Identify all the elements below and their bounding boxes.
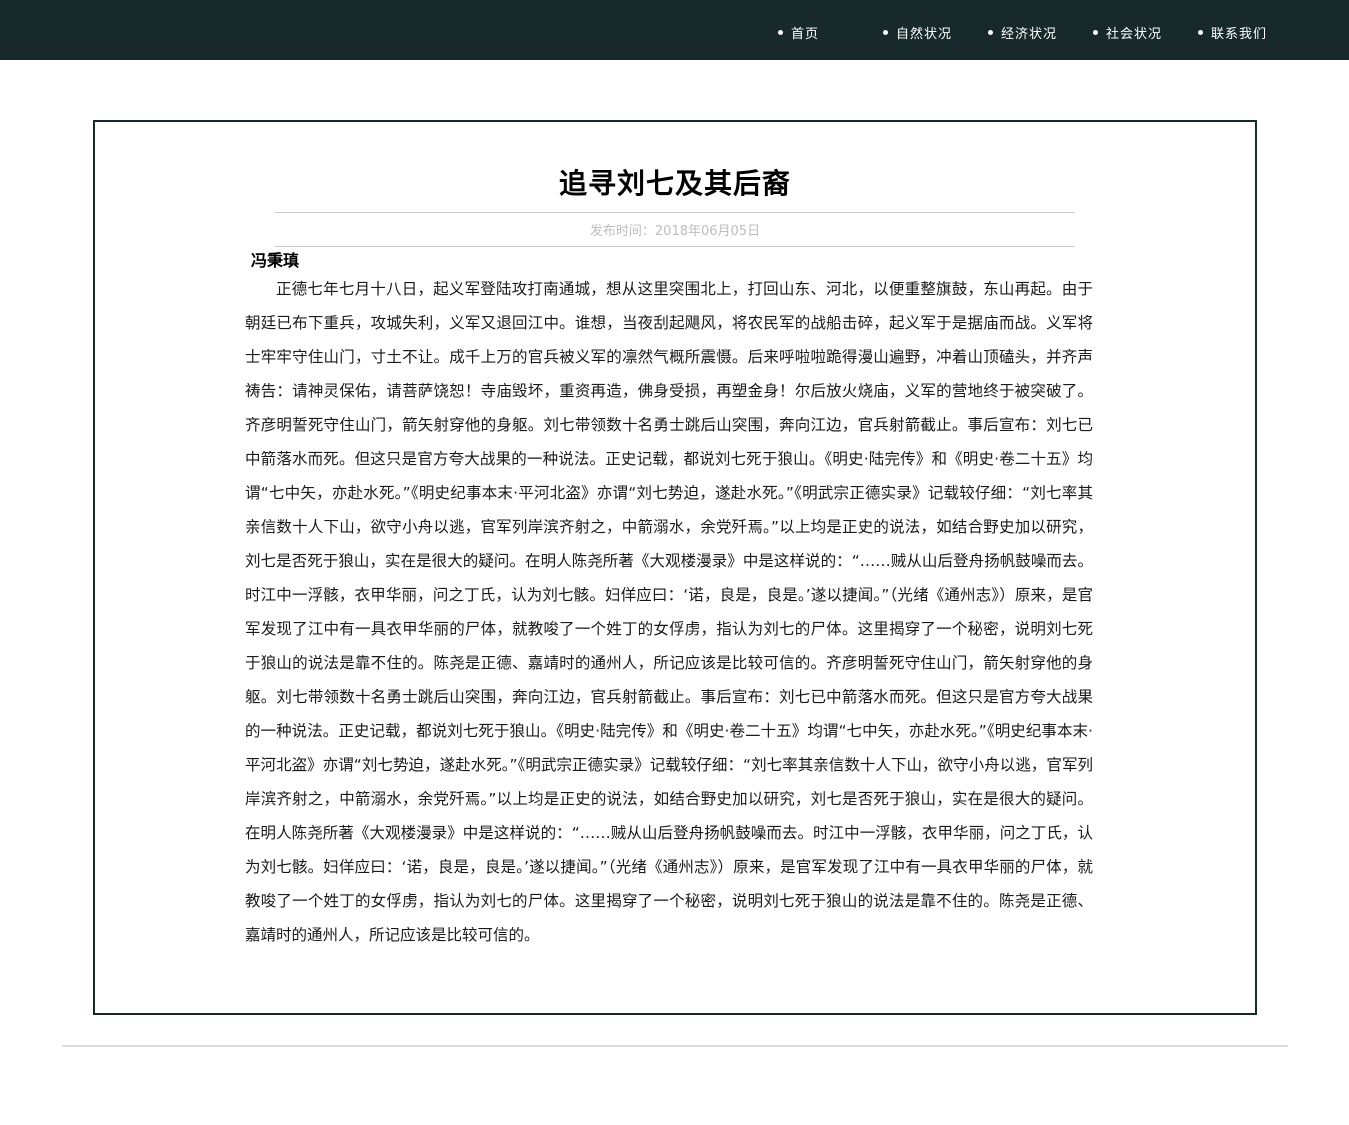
title-divider bbox=[275, 212, 1075, 213]
nav-item-label: 自然状况 bbox=[896, 26, 953, 42]
nav-item-contact-us[interactable]: 联系我们 bbox=[1198, 22, 1267, 42]
bullet-dot-icon bbox=[988, 29, 993, 35]
top-navbar: 首页 自然状况 经济状况 社会状况 联系我们 bbox=[0, 0, 1349, 60]
meta-divider bbox=[275, 246, 1075, 247]
bullet-dot-icon bbox=[883, 29, 888, 35]
nav-item-label: 经济状况 bbox=[1001, 26, 1058, 42]
nav-item-economic-conditions[interactable]: 经济状况 bbox=[988, 22, 1057, 42]
nav-item-label: 社会状况 bbox=[1106, 26, 1163, 42]
nav-item-label: 联系我们 bbox=[1211, 26, 1268, 42]
nav-item-label: 首页 bbox=[791, 26, 820, 42]
bullet-dot-icon bbox=[1093, 29, 1098, 35]
publish-time: 发布时间：2018年06月05日 bbox=[589, 224, 761, 239]
article-container: 追寻刘七及其后裔 发布时间：2018年06月05日 冯秉瑱 正德七年七月十八日，… bbox=[93, 120, 1257, 1015]
main-nav: 首页 自然状况 经济状况 社会状况 联系我们 bbox=[0, 0, 1349, 60]
footer-divider bbox=[62, 1045, 1288, 1047]
nav-item-home[interactable]: 首页 bbox=[778, 22, 819, 42]
nav-item-natural-conditions[interactable]: 自然状况 bbox=[883, 22, 952, 42]
article-title: 追寻刘七及其后裔 bbox=[558, 167, 791, 200]
bullet-dot-icon bbox=[778, 29, 783, 35]
bullet-dot-icon bbox=[1198, 29, 1203, 35]
nav-item-social-conditions[interactable]: 社会状况 bbox=[1093, 22, 1162, 42]
article-body: 正德七年七月十八日，起义军登陆攻打南通城，想从这里突围北上，打回山东、河北，以便… bbox=[245, 280, 1093, 944]
article-author: 冯秉瑱 bbox=[251, 251, 300, 270]
